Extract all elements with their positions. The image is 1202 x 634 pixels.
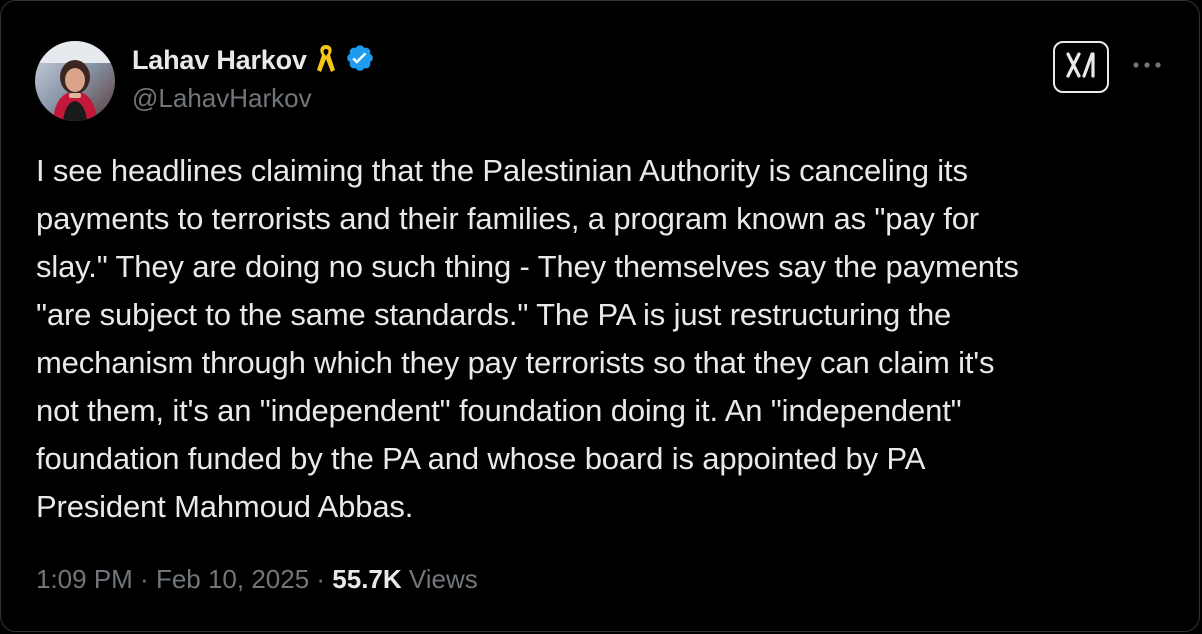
more-options-button[interactable] <box>1127 49 1167 81</box>
tweet-text-line: slay." They are doing no such thing - Th… <box>36 249 1019 284</box>
yellow-ribbon-icon <box>315 42 337 79</box>
tweet-text-line: I see headlines claiming that the Palest… <box>36 153 968 188</box>
views-label: Views <box>401 564 478 594</box>
meta-separator: · <box>132 564 156 594</box>
tweet-text-line: President Mahmoud Abbas. <box>36 489 414 524</box>
tweet-time[interactable]: 1:09 PM <box>36 564 133 594</box>
views-count[interactable]: 55.7K <box>332 564 401 594</box>
author-handle[interactable]: @LahavHarkov <box>132 83 312 114</box>
more-dots-icon <box>1131 56 1163 74</box>
tweet-text-line: "are subject to the same standards." The… <box>36 297 952 332</box>
tweet-card: Lahav Harkov @LahavHarkov I see headline… <box>0 0 1200 632</box>
verified-badge-icon[interactable] <box>345 43 375 78</box>
meta-separator: · <box>309 564 333 594</box>
grok-button[interactable] <box>1053 41 1109 93</box>
tweet-text: I see headlines claiming that the Palest… <box>36 147 1166 531</box>
author-name-row: Lahav Harkov <box>132 41 375 79</box>
author-display-name[interactable]: Lahav Harkov <box>132 45 307 76</box>
tweet-text-line: not them, it's an "independent" foundati… <box>36 393 962 428</box>
tweet-date[interactable]: Feb 10, 2025 <box>156 564 309 594</box>
tweet-meta: 1:09 PM · Feb 10, 2025 · 55.7K Views <box>36 564 478 595</box>
tweet-text-line: foundation funded by the PA and whose bo… <box>36 441 926 476</box>
avatar-image <box>35 41 115 121</box>
grok-icon <box>1064 51 1098 84</box>
tweet-text-line: mechanism through which they pay terrori… <box>36 345 995 380</box>
avatar[interactable] <box>35 41 115 121</box>
tweet-text-line: payments to terrorists and their familie… <box>36 201 979 236</box>
